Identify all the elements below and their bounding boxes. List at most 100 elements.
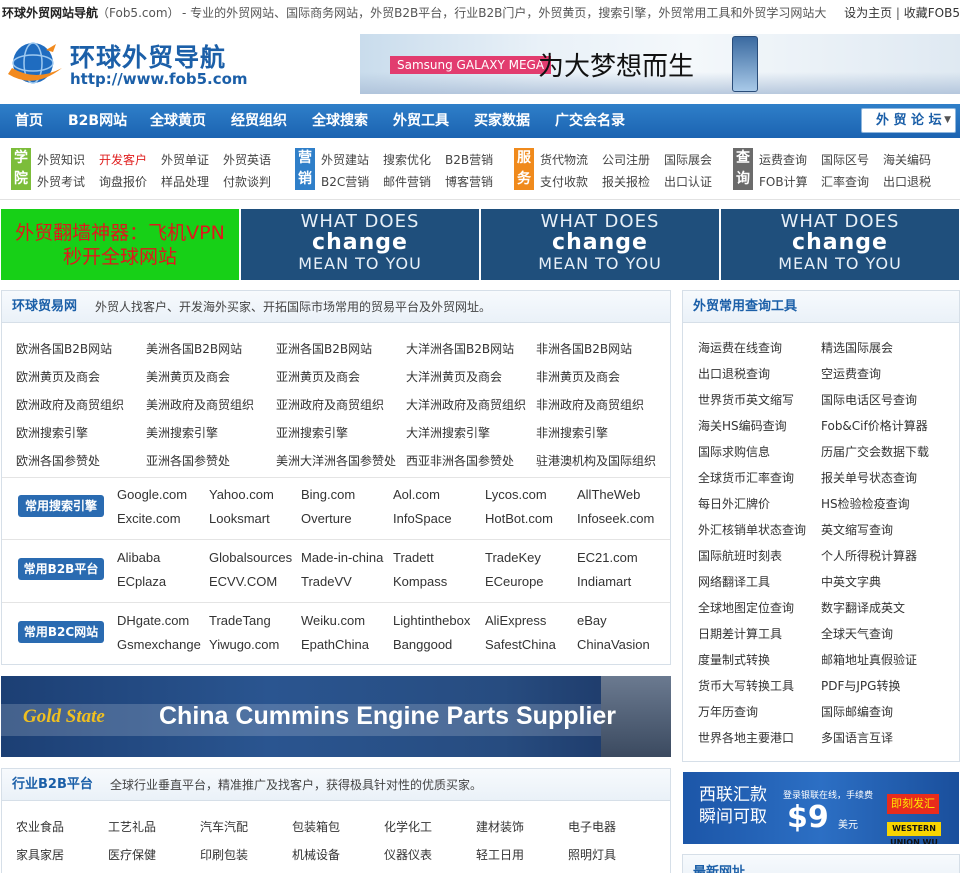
tool-link[interactable]: 外汇核销单状态查询 [698,521,806,538]
site-link[interactable]: Yiwugo.com [209,637,279,652]
site-link[interactable]: Bing.com [301,487,355,502]
nav-b2b[interactable]: B2B网站 [68,104,127,138]
quick-link[interactable]: 出口认证 [664,173,712,190]
site-link[interactable]: Kompass [393,574,447,589]
tool-link[interactable]: 世界货币英文缩写 [698,391,794,408]
quick-link[interactable]: 开发客户 [99,151,147,168]
quick-link[interactable]: 外贸建站 [321,151,369,168]
region-link[interactable]: 亚洲各国B2B网站 [276,340,372,357]
region-link[interactable]: 驻港澳机构及国际组织 [536,452,656,469]
site-link[interactable]: ECeurope [485,574,544,589]
site-link[interactable]: ECVV.COM [209,574,277,589]
quick-link[interactable]: 支付收款 [540,173,588,190]
quick-link[interactable]: 海关编码 [883,151,931,168]
tool-link[interactable]: 数字翻译成英文 [821,599,905,616]
site-link[interactable]: ChinaVasion [577,637,650,652]
site-link[interactable]: EC21.com [577,550,638,565]
site-link[interactable]: Gsmexchange [117,637,201,652]
tool-link[interactable]: 日期差计算工具 [698,625,782,642]
industry-link[interactable]: 电子电器 [568,818,616,835]
site-link[interactable]: DHgate.com [117,613,189,628]
cummins-ad[interactable]: Gold State China Cummins Engine Parts Su… [1,676,671,757]
region-link[interactable]: 亚洲政府及商贸组织 [276,396,384,413]
site-link[interactable]: TradeKey [485,550,541,565]
region-link[interactable]: 欧洲各国参赞处 [16,452,100,469]
site-link[interactable]: Made-in-china [301,550,383,565]
region-link[interactable]: 大洋洲搜索引擎 [406,424,490,441]
tool-link[interactable]: 每日外汇牌价 [698,495,770,512]
tool-link[interactable]: 历届广交会数据下载 [821,443,929,460]
forum-dropdown[interactable]: 外 贸 论 坛 ▼ [861,108,956,133]
tool-link[interactable]: 世界各地主要港口 [698,729,794,746]
tool-link[interactable]: 国际电话区号查询 [821,391,917,408]
nav-home[interactable]: 首页 [15,104,43,138]
industry-link[interactable]: 农业食品 [16,818,64,835]
set-home-link[interactable]: 设为主页 [844,6,892,20]
nav-buyer-data[interactable]: 买家数据 [474,104,530,138]
quick-link[interactable]: B2B营销 [445,151,493,168]
region-link[interactable]: 亚洲各国参赞处 [146,452,230,469]
quick-link[interactable]: 国际区号 [821,151,869,168]
tool-link[interactable]: 出口退税查询 [698,365,770,382]
nav-yellow-pages[interactable]: 全球黄页 [150,104,206,138]
nav-trade-orgs[interactable]: 经贸组织 [231,104,287,138]
quick-link[interactable]: 外贸英语 [223,151,271,168]
site-link[interactable]: EpathChina [301,637,369,652]
site-link[interactable]: InfoSpace [393,511,452,526]
tool-link[interactable]: 精选国际展会 [821,339,893,356]
change-ad[interactable]: WHAT DOES change MEAN TO YOU [241,209,479,280]
site-link[interactable]: Lycos.com [485,487,547,502]
tool-link[interactable]: 货币大写转换工具 [698,677,794,694]
site-link[interactable]: TradeTang [209,613,271,628]
quick-link[interactable]: 公司注册 [602,151,650,168]
industry-link[interactable]: 家具家居 [16,846,64,863]
site-link[interactable]: SafestChina [485,637,556,652]
tool-link[interactable]: 多国语言互译 [821,729,893,746]
industry-link[interactable]: 轻工日用 [476,846,524,863]
region-link[interactable]: 欧洲黄页及商会 [16,368,100,385]
industry-link[interactable]: 仪器仪表 [384,846,432,863]
region-link[interactable]: 美洲黄页及商会 [146,368,230,385]
region-link[interactable]: 非洲政府及商贸组织 [536,396,644,413]
region-link[interactable]: 亚洲黄页及商会 [276,368,360,385]
nav-canton-fair[interactable]: 广交会名录 [555,104,625,138]
region-link[interactable]: 大洋洲黄页及商会 [406,368,502,385]
site-link[interactable]: AllTheWeb [577,487,640,502]
tool-link[interactable]: 全球货币汇率查询 [698,469,794,486]
region-link[interactable]: 美洲各国B2B网站 [146,340,242,357]
site-link[interactable]: AliExpress [485,613,546,628]
favorite-link[interactable]: 收藏FOB5 [904,6,960,20]
industry-link[interactable]: 化学化工 [384,818,432,835]
site-link[interactable]: eBay [577,613,607,628]
tool-link[interactable]: 报关单号状态查询 [821,469,917,486]
quick-link[interactable]: B2C营销 [321,173,369,190]
change-ad[interactable]: WHAT DOES change MEAN TO YOU [721,209,959,280]
region-link[interactable]: 美洲政府及商贸组织 [146,396,254,413]
quick-link[interactable]: 货代物流 [540,151,588,168]
site-link[interactable]: Indiamart [577,574,631,589]
region-link[interactable]: 大洋洲政府及商贸组织 [406,396,526,413]
quick-link[interactable]: 外贸考试 [37,173,85,190]
site-link[interactable]: Banggood [393,637,452,652]
change-ad[interactable]: WHAT DOES change MEAN TO YOU [481,209,719,280]
industry-link[interactable]: 包装箱包 [292,818,340,835]
tool-link[interactable]: 个人所得税计算器 [821,547,917,564]
quick-link[interactable]: 汇率查询 [821,173,869,190]
tool-link[interactable]: 度量制式转换 [698,651,770,668]
site-link[interactable]: TradeVV [301,574,352,589]
tool-link[interactable]: 全球地图定位查询 [698,599,794,616]
site-link[interactable]: Tradett [393,550,434,565]
tool-link[interactable]: 全球天气查询 [821,625,893,642]
tool-link[interactable]: HS检验检疫查询 [821,495,910,512]
site-link[interactable]: Looksmart [209,511,270,526]
region-link[interactable]: 非洲搜索引擎 [536,424,608,441]
logo[interactable]: 环球外贸导航 http://www.fob5.com [6,36,248,96]
site-link[interactable]: Infoseek.com [577,511,654,526]
site-link[interactable]: HotBot.com [485,511,553,526]
industry-link[interactable]: 汽车汽配 [200,818,248,835]
tool-link[interactable]: 国际航班时刻表 [698,547,782,564]
quick-link[interactable]: 搜索优化 [383,151,431,168]
quick-link[interactable]: 国际展会 [664,151,712,168]
tool-link[interactable]: 万年历查询 [698,703,758,720]
site-link[interactable]: Weiku.com [301,613,365,628]
